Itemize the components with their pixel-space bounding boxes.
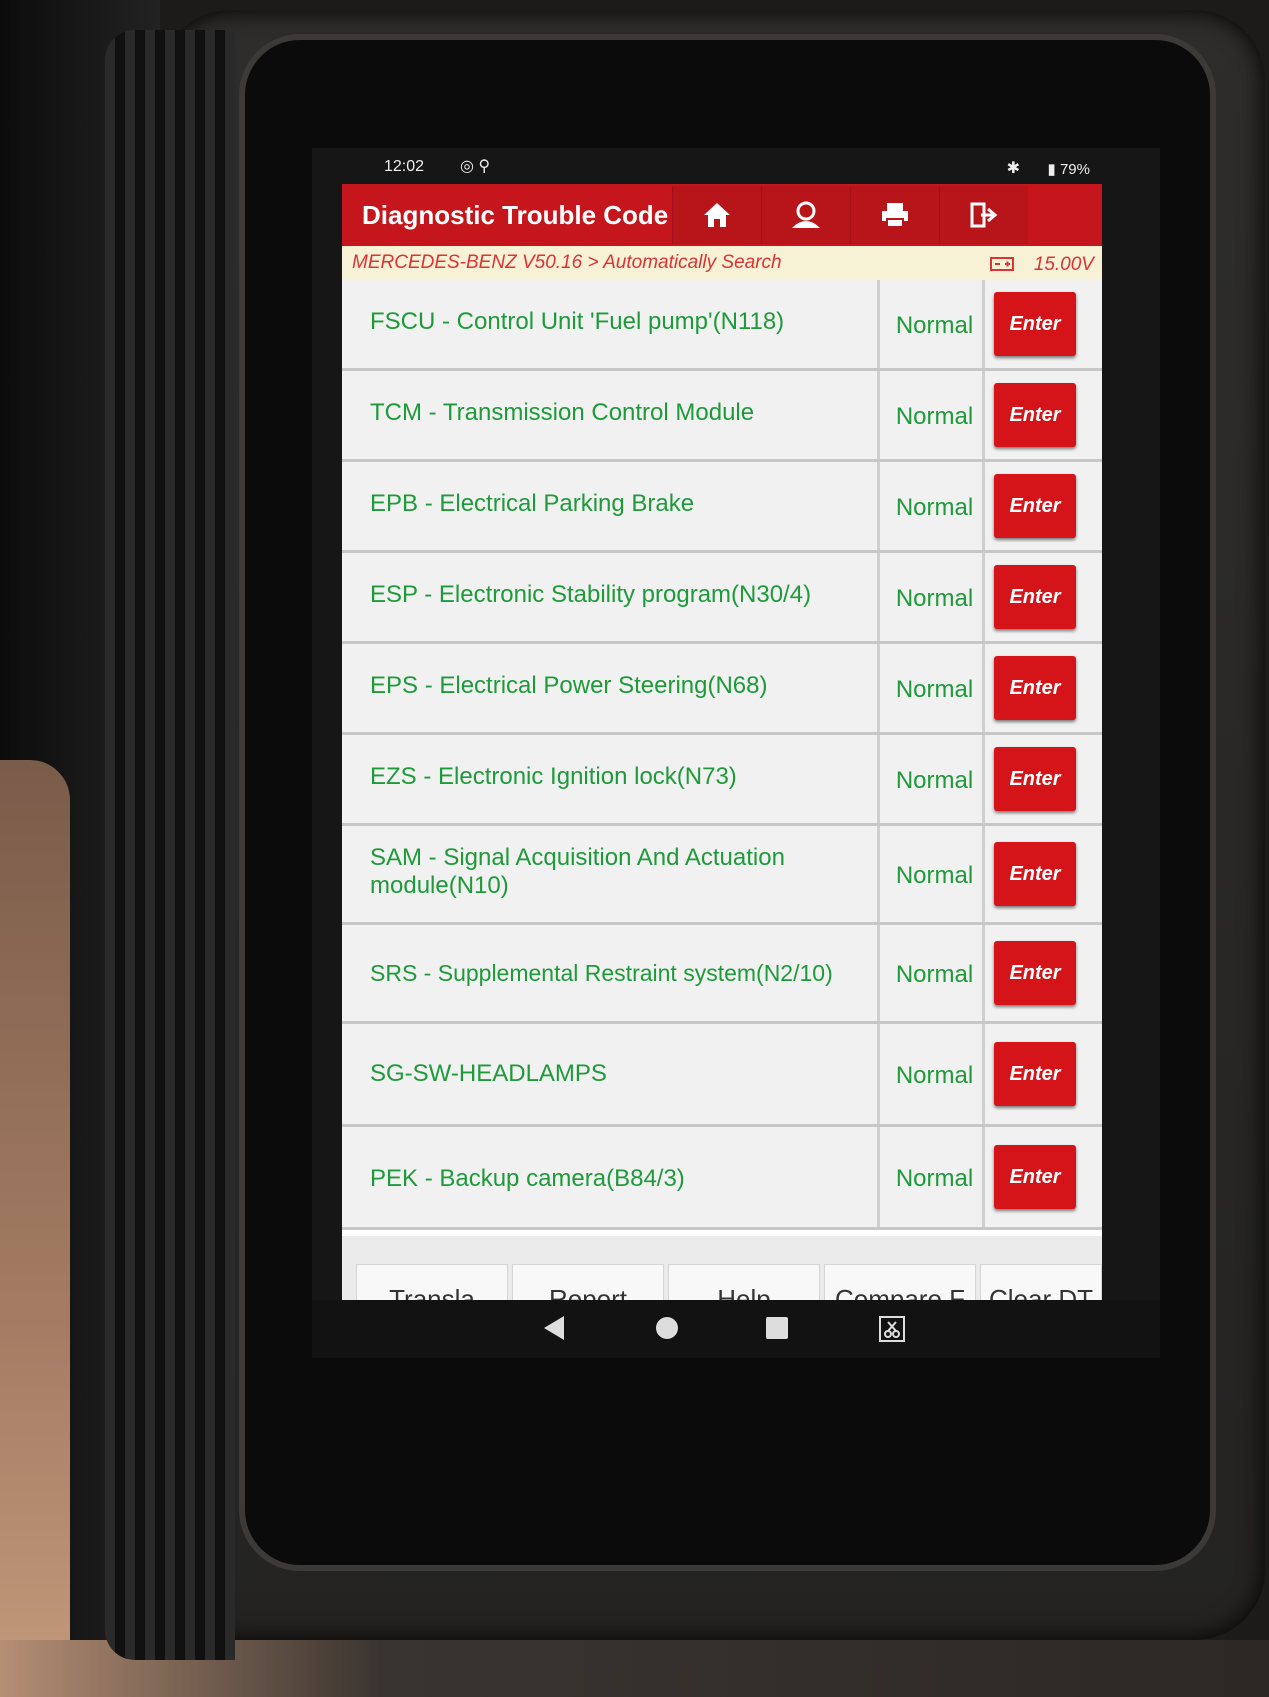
divider [877, 371, 880, 459]
battery-text: 79% [1059, 161, 1090, 178]
tablet-grip [105, 30, 235, 1660]
module-status: Normal [895, 767, 974, 794]
module-status: Normal [895, 494, 974, 521]
divider [982, 462, 985, 550]
divider [877, 553, 880, 641]
module-status: Normal [895, 585, 974, 612]
divider [982, 1127, 985, 1227]
divider [982, 553, 985, 641]
title-bar: Diagnostic Trouble Code [342, 184, 1102, 246]
bluetooth-icon: ✱ [1006, 160, 1020, 177]
home-icon [704, 203, 730, 227]
exit-button[interactable] [939, 186, 1028, 244]
app-window: Diagnostic Trouble Code MERCEDES-BENZ V5… [342, 184, 1102, 1358]
table-row: SRS - Supplemental Restraint system(N2/1… [342, 925, 1102, 1024]
divider [877, 462, 880, 550]
table-row: TCM - Transmission Control Module Normal… [342, 371, 1102, 462]
back-icon[interactable] [542, 1314, 566, 1342]
divider [877, 925, 880, 1021]
enter-button[interactable]: Enter [994, 1042, 1076, 1106]
enter-button[interactable]: Enter [994, 1145, 1076, 1209]
module-name: PEK - Backup camera(B84/3) [370, 1165, 685, 1192]
enter-button[interactable]: Enter [994, 474, 1076, 538]
table-row: EZS - Electronic Ignition lock(N73) Norm… [342, 735, 1102, 826]
battery-level: ▮ 79% [1047, 161, 1090, 178]
user-button[interactable] [761, 186, 850, 244]
divider [982, 925, 985, 1021]
table-row: SG-SW-HEADLAMPS Normal Enter [342, 1024, 1102, 1127]
divider [982, 644, 985, 732]
divider [982, 1024, 985, 1124]
table-row: ESP - Electronic Stability program(N30/4… [342, 553, 1102, 644]
enter-button[interactable]: Enter [994, 565, 1076, 629]
recents-icon[interactable] [764, 1314, 790, 1342]
divider [982, 371, 985, 459]
print-icon [882, 203, 908, 228]
divider [982, 735, 985, 823]
module-name: EZS - Electronic Ignition lock(N73) [370, 763, 737, 790]
table-row: EPB - Electrical Parking Brake Normal En… [342, 462, 1102, 553]
table-row: SAM - Signal Acquisition And Actuation m… [342, 826, 1102, 925]
voltage-value: 15.00V [1033, 254, 1094, 275]
module-name: SAM - Signal Acquisition And Actuation m… [370, 844, 785, 899]
home-nav-icon[interactable] [654, 1314, 680, 1342]
module-status: Normal [895, 1165, 974, 1192]
divider [877, 735, 880, 823]
android-nav-bar [312, 1300, 1160, 1358]
divider [877, 1024, 880, 1124]
enter-button[interactable]: Enter [994, 292, 1076, 356]
enter-button[interactable]: Enter [994, 842, 1076, 906]
breadcrumb-path: MERCEDES-BENZ V50.16 > Automatically Sea… [352, 252, 782, 273]
table-row: PEK - Backup camera(B84/3) Normal Enter [342, 1127, 1102, 1230]
breadcrumb: MERCEDES-BENZ V50.16 > Automatically Sea… [342, 246, 1102, 280]
module-name: TCM - Transmission Control Module [370, 399, 755, 426]
status-time: 12:02 [384, 158, 425, 175]
divider [877, 644, 880, 732]
home-button[interactable] [672, 186, 761, 244]
notification-icon: ◎ ⚲ [460, 158, 491, 175]
status-bar: 12:02 ◎ ⚲ ✱ ▮ 79% [312, 148, 1160, 184]
voltage-icon [990, 257, 1014, 271]
enter-button[interactable]: Enter [994, 656, 1076, 720]
module-name: SRS - Supplemental Restraint system(N2/1… [370, 960, 833, 986]
background-hand [0, 760, 70, 1697]
enter-button[interactable]: Enter [994, 747, 1076, 811]
enter-button[interactable]: Enter [994, 383, 1076, 447]
module-status: Normal [895, 862, 974, 889]
tablet-screen: 12:02 ◎ ⚲ ✱ ▮ 79% Diagnostic Trouble Cod… [312, 148, 1160, 1358]
module-status: Normal [895, 1062, 974, 1089]
user-icon [792, 201, 820, 228]
divider [877, 280, 880, 368]
module-name: EPS - Electrical Power Steering(N68) [370, 672, 768, 699]
divider [877, 826, 880, 922]
module-status: Normal [895, 961, 974, 988]
page-title: Diagnostic Trouble Code [362, 200, 669, 230]
divider [982, 280, 985, 368]
module-status: Normal [895, 403, 974, 430]
module-status: Normal [895, 312, 974, 339]
divider [877, 1127, 880, 1227]
module-status: Normal [895, 676, 974, 703]
table-row: FSCU - Control Unit 'Fuel pump'(N118) No… [342, 280, 1102, 371]
exit-icon [970, 202, 998, 228]
print-button[interactable] [850, 186, 939, 244]
module-name: ESP - Electronic Stability program(N30/4… [370, 581, 812, 608]
table-row: EPS - Electrical Power Steering(N68) Nor… [342, 644, 1102, 735]
module-name: SG-SW-HEADLAMPS [370, 1060, 607, 1087]
divider [982, 826, 985, 922]
module-name: FSCU - Control Unit 'Fuel pump'(N118) [370, 308, 785, 335]
screenshot-icon[interactable] [877, 1314, 907, 1344]
module-list[interactable]: FSCU - Control Unit 'Fuel pump'(N118) No… [342, 280, 1102, 1330]
enter-button[interactable]: Enter [994, 941, 1076, 1005]
module-name: EPB - Electrical Parking Brake [370, 490, 695, 517]
